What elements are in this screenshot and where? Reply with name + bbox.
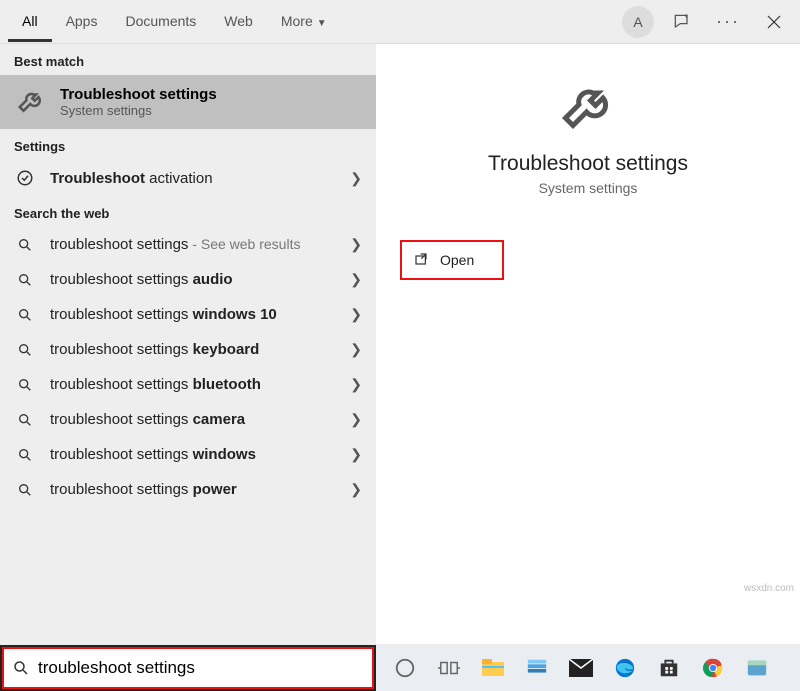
results-panel: Best match Troubleshoot settings System … xyxy=(0,44,376,644)
chevron-right-icon: ❯ xyxy=(350,446,362,463)
avatar[interactable]: A xyxy=(622,6,654,38)
preview-title: Troubleshoot settings xyxy=(488,152,688,176)
search-input[interactable] xyxy=(38,658,364,678)
web-result-label: troubleshoot settings windows 10 xyxy=(50,306,336,323)
top-bar: All Apps Documents Web More▼ A ··· xyxy=(0,0,800,44)
chevron-right-icon: ❯ xyxy=(350,341,362,358)
mail-icon[interactable] xyxy=(566,653,596,683)
tab-more[interactable]: More▼ xyxy=(267,1,341,42)
web-header: Search the web xyxy=(0,196,376,227)
best-match-title: Troubleshoot settings xyxy=(60,86,217,103)
check-circle-icon xyxy=(14,169,36,187)
best-match-header: Best match xyxy=(0,44,376,75)
search-icon xyxy=(14,447,36,463)
search-icon xyxy=(12,659,30,677)
settings-app-icon[interactable] xyxy=(522,653,552,683)
web-result-label: troubleshoot settings keyboard xyxy=(50,341,336,358)
search-icon xyxy=(14,342,36,358)
web-result-label: troubleshoot settings camera xyxy=(50,411,336,428)
cortana-icon[interactable] xyxy=(390,653,420,683)
web-result[interactable]: troubleshoot settings - See web results ❯ xyxy=(0,227,376,262)
preview-sub: System settings xyxy=(539,180,638,196)
web-result-label: troubleshoot settings power xyxy=(50,481,336,498)
more-icon[interactable]: ··· xyxy=(710,4,746,40)
open-icon xyxy=(414,252,430,268)
search-icon xyxy=(14,272,36,288)
chevron-right-icon: ❯ xyxy=(350,376,362,393)
filter-tabs: All Apps Documents Web More▼ xyxy=(8,1,341,42)
close-icon[interactable] xyxy=(756,4,792,40)
chevron-right-icon: ❯ xyxy=(350,271,362,288)
chevron-right-icon: ❯ xyxy=(350,236,362,253)
web-result[interactable]: troubleshoot settings audio ❯ xyxy=(0,262,376,297)
chevron-right-icon: ❯ xyxy=(350,481,362,498)
tab-all[interactable]: All xyxy=(8,1,52,42)
wrench-icon xyxy=(14,85,48,119)
open-button[interactable]: Open xyxy=(400,240,504,280)
web-result[interactable]: troubleshoot settings bluetooth ❯ xyxy=(0,367,376,402)
best-match-sub: System settings xyxy=(60,103,217,118)
web-result[interactable]: troubleshoot settings camera ❯ xyxy=(0,402,376,437)
feedback-icon[interactable] xyxy=(664,4,700,40)
explorer-icon[interactable] xyxy=(478,653,508,683)
web-result[interactable]: troubleshoot settings windows ❯ xyxy=(0,437,376,472)
chevron-right-icon: ❯ xyxy=(350,170,362,187)
web-result[interactable]: troubleshoot settings windows 10 ❯ xyxy=(0,297,376,332)
settings-item-activation[interactable]: Troubleshoot activation ❯ xyxy=(0,160,376,196)
settings-header: Settings xyxy=(0,129,376,160)
web-result[interactable]: troubleshoot settings keyboard ❯ xyxy=(0,332,376,367)
wrench-icon xyxy=(558,78,618,138)
watermark: wsxdn.com xyxy=(744,583,794,594)
preview-panel: Troubleshoot settings System settings Op… xyxy=(376,44,800,644)
search-icon xyxy=(14,237,36,253)
app-icon[interactable] xyxy=(742,653,772,683)
tab-web[interactable]: Web xyxy=(210,1,267,42)
search-icon xyxy=(14,482,36,498)
taskbar xyxy=(376,645,800,691)
open-label: Open xyxy=(440,252,474,268)
web-result-label: troubleshoot settings - See web results xyxy=(50,236,336,253)
tab-apps[interactable]: Apps xyxy=(52,1,112,42)
search-bar[interactable] xyxy=(0,645,376,691)
search-icon xyxy=(14,307,36,323)
web-result-label: troubleshoot settings bluetooth xyxy=(50,376,336,393)
web-result[interactable]: troubleshoot settings power ❯ xyxy=(0,472,376,507)
taskview-icon[interactable] xyxy=(434,653,464,683)
best-match-item[interactable]: Troubleshoot settings System settings xyxy=(0,75,376,129)
search-icon xyxy=(14,377,36,393)
chevron-right-icon: ❯ xyxy=(350,411,362,428)
tab-documents[interactable]: Documents xyxy=(111,1,210,42)
web-result-label: troubleshoot settings audio xyxy=(50,271,336,288)
chrome-icon[interactable] xyxy=(698,653,728,683)
store-icon[interactable] xyxy=(654,653,684,683)
edge-icon[interactable] xyxy=(610,653,640,683)
web-result-label: troubleshoot settings windows xyxy=(50,446,336,463)
search-icon xyxy=(14,412,36,428)
chevron-right-icon: ❯ xyxy=(350,306,362,323)
